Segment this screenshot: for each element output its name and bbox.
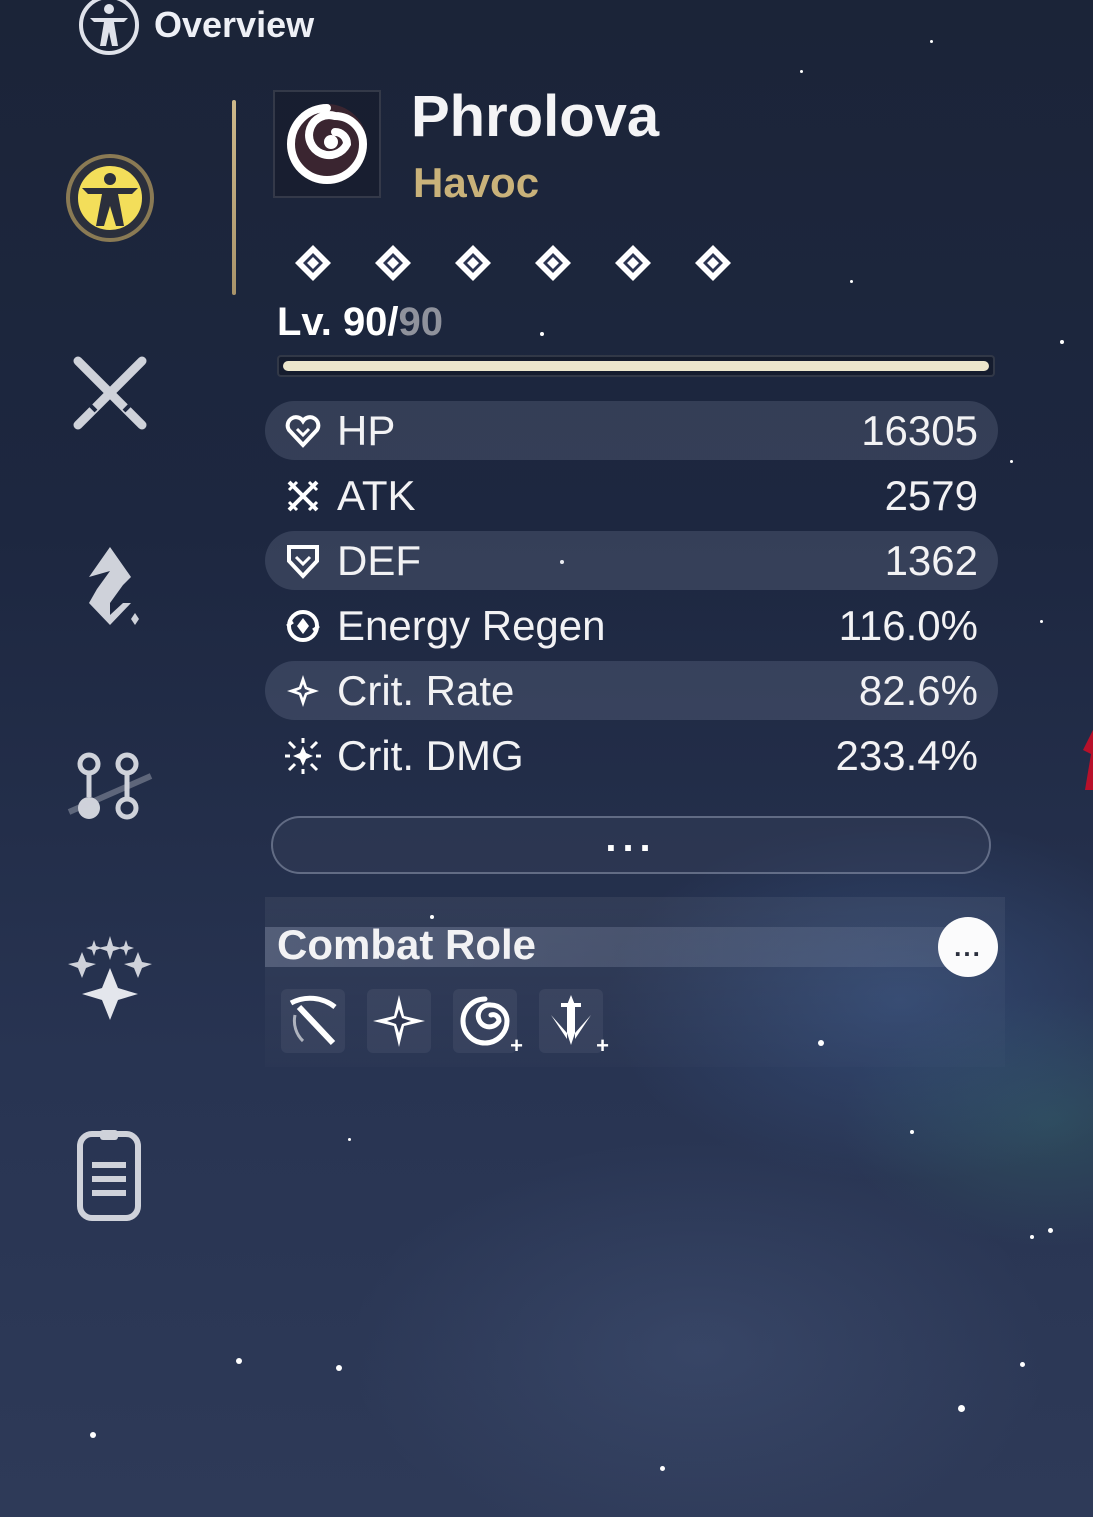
stat-label: DEF	[337, 536, 421, 584]
sequence-nodes	[293, 237, 1013, 293]
sidebar-item-overview[interactable]	[62, 150, 158, 246]
energy-regen-icon	[286, 609, 320, 642]
element-badge	[273, 90, 381, 198]
sidebar: Overview	[0, 0, 314, 1517]
level-progress-bar	[277, 355, 995, 377]
level-current: Lv. 90/	[277, 300, 399, 344]
red-accent-decoration	[1083, 730, 1093, 790]
stat-label: HP	[337, 406, 396, 454]
stat-value: 82.6%	[858, 666, 978, 714]
scythe-slash-icon	[289, 995, 337, 1046]
stat-row-def: DEF 1362	[265, 531, 998, 590]
sidebar-divider	[232, 100, 236, 295]
echo-diamond-icon	[89, 547, 139, 625]
havoc-spiral-icon	[287, 104, 368, 184]
card-document-icon	[77, 1130, 141, 1221]
plus-icon: +	[510, 1033, 523, 1058]
crit-burst-icon	[285, 737, 321, 774]
vitruvian-man-icon	[66, 154, 154, 242]
sparkle-cluster-icon	[68, 936, 152, 1020]
sequence-node-icon[interactable]	[373, 243, 413, 283]
combat-role-title: Combat Role	[277, 921, 537, 968]
sidebar-item-resonance-chain[interactable]	[62, 930, 158, 1026]
sequence-node-icon[interactable]	[533, 243, 573, 283]
stat-row-hp: HP 16305	[265, 401, 998, 460]
combat-role-dagger[interactable]: +	[539, 989, 609, 1058]
sequence-node-icon[interactable]	[693, 243, 733, 283]
stat-value: 2579	[884, 471, 978, 519]
character-name: Phrolova	[411, 84, 660, 149]
plus-icon: +	[596, 1033, 609, 1058]
stat-value: 1362	[884, 536, 978, 584]
crossed-swords-icon	[73, 356, 147, 430]
level-progress-fill	[283, 361, 989, 371]
overview-header: Overview	[78, 0, 314, 56]
stat-row-crit-rate: Crit. Rate 82.6%	[265, 661, 998, 720]
more-stats-button[interactable]: ...	[271, 816, 991, 874]
combat-role-spiral[interactable]: +	[453, 989, 523, 1058]
stat-label: ATK	[337, 471, 416, 519]
shield-icon	[287, 544, 319, 579]
character-element: Havoc	[413, 159, 540, 206]
stat-label: Crit. DMG	[337, 731, 524, 779]
four-point-star-icon	[373, 995, 425, 1047]
dagger-plus-icon	[551, 995, 591, 1045]
stat-value: 16305	[861, 406, 978, 454]
skill-tree-icon	[67, 752, 153, 820]
combat-role-icons: + +	[281, 989, 609, 1058]
sidebar-item-echo[interactable]	[62, 538, 158, 634]
more-stats-label: ...	[605, 816, 657, 860]
stat-label: Energy Regen	[337, 601, 606, 649]
sidebar-item-forte[interactable]	[62, 738, 158, 834]
sequence-node-icon[interactable]	[293, 243, 333, 283]
stat-row-atk: ATK 2579	[265, 466, 998, 525]
combat-role-star[interactable]	[367, 989, 431, 1053]
level-max: 90	[398, 300, 444, 344]
page-title: Overview	[154, 4, 315, 45]
stat-row-energy-regen: Energy Regen 116.0%	[265, 596, 998, 655]
stat-value: 233.4%	[835, 731, 978, 779]
combat-role-info-button[interactable]: ...	[938, 917, 998, 977]
spiral-plus-icon	[460, 996, 510, 1046]
sequence-node-icon[interactable]	[453, 243, 493, 283]
stats-list: HP 16305 ATK 2579 DEF 1362 Energy Regen …	[265, 401, 998, 791]
sidebar-item-profile[interactable]	[62, 1128, 158, 1224]
combat-role-scythe[interactable]	[281, 989, 345, 1053]
heart-icon	[285, 414, 321, 448]
sidebar-item-weapon[interactable]	[62, 345, 158, 441]
combat-role-section: Combat Role ... + +	[265, 897, 1005, 1067]
crit-star-icon	[287, 674, 319, 707]
stat-row-crit-dmg: Crit. DMG 233.4%	[265, 726, 998, 785]
atk-crossed-icon	[287, 480, 319, 511]
stat-value: 116.0%	[838, 601, 978, 649]
level-readout: Lv. 90/90	[277, 300, 443, 345]
stat-label: Crit. Rate	[337, 666, 515, 714]
sequence-node-icon[interactable]	[613, 243, 653, 283]
vitruvian-man-icon	[79, 0, 139, 55]
